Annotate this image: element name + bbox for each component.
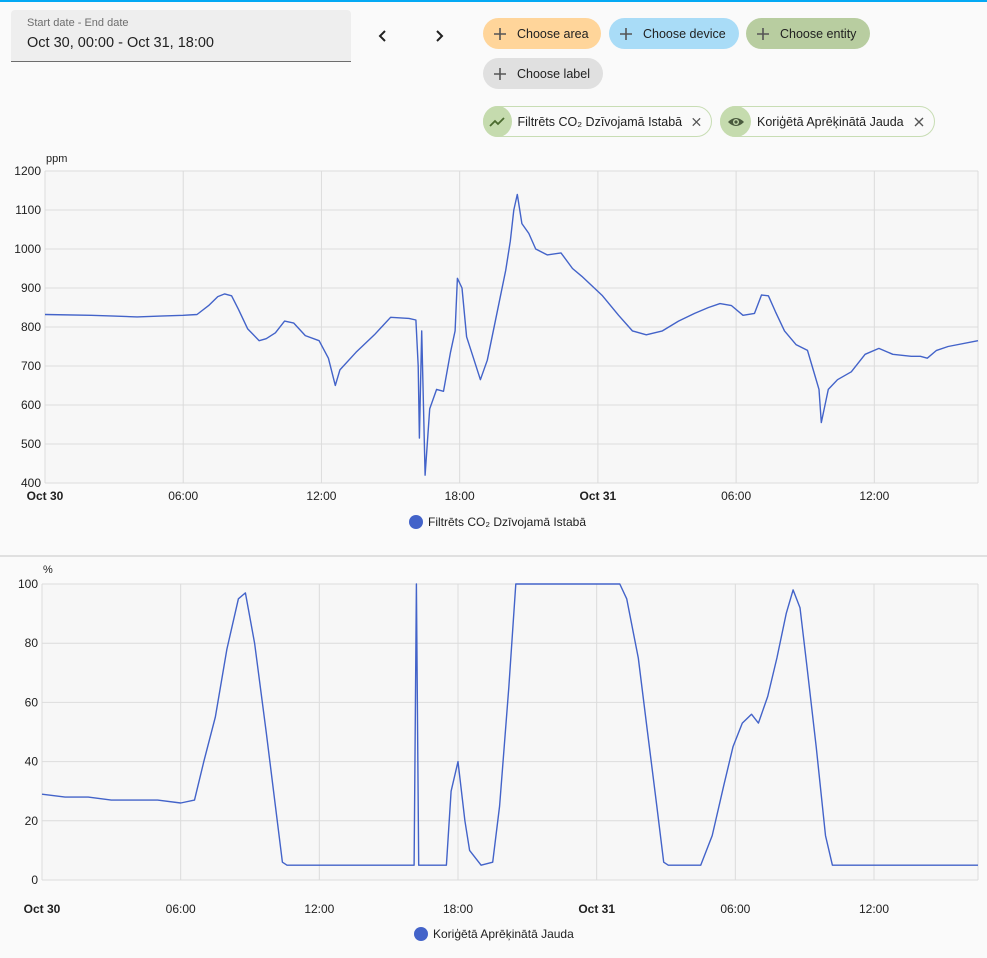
choose-entity-label: Choose entity: [780, 26, 857, 41]
y-tick-label: 60: [25, 695, 39, 709]
date-range-label: Start date - End date: [27, 17, 129, 29]
y-tick-label: 0: [31, 873, 38, 887]
selected-entity-label: Koriģētā Aprēķinātā Jauda: [757, 114, 904, 129]
y-tick-label: 40: [25, 755, 39, 769]
y-tick-label: 800: [21, 320, 41, 334]
y-tick-label: 80: [25, 636, 39, 650]
x-tick-label: Oct 30: [27, 489, 64, 503]
x-tick-label: 06:00: [721, 489, 751, 503]
y-tick-label: 1200: [14, 164, 41, 178]
selected-entity-chip-co2[interactable]: Filtrēts CO₂ Dzīvojamā Istabā: [483, 106, 712, 137]
chart-divider: [0, 555, 987, 557]
choose-device-label: Choose device: [643, 26, 726, 41]
y-tick-label: 400: [21, 476, 41, 490]
y-tick-label: 900: [21, 281, 41, 295]
unit-label: ppm: [46, 153, 67, 165]
next-period-button[interactable]: [425, 22, 453, 50]
plot-area: [42, 584, 978, 880]
choose-label-chip[interactable]: Choose label: [483, 58, 603, 89]
legend-label[interactable]: Filtrēts CO₂ Dzīvojamā Istabā: [428, 515, 586, 529]
x-tick-label: 12:00: [859, 489, 889, 503]
choose-device-chip[interactable]: Choose device: [609, 18, 739, 49]
legend-label[interactable]: Koriģētā Aprēķinātā Jauda: [433, 927, 574, 941]
x-tick-label: 06:00: [720, 902, 750, 916]
date-range-value: Oct 30, 00:00 - Oct 31, 18:00: [27, 35, 214, 51]
x-tick-label: Oct 31: [580, 489, 617, 503]
x-tick-label: 12:00: [304, 902, 334, 916]
x-tick-label: Oct 30: [24, 902, 61, 916]
choose-entity-chip[interactable]: Choose entity: [746, 18, 870, 49]
unit-label: %: [43, 564, 53, 576]
co2-chart[interactable]: 1200 1100 1000 900 800 700 600 500 400Oct 30 06:0…: [0, 145, 987, 545]
legend-marker[interactable]: [409, 515, 423, 529]
y-tick-label: 1100: [15, 203, 41, 217]
y-tick-label: 500: [21, 437, 41, 451]
choose-area-chip[interactable]: Choose area: [483, 18, 601, 49]
date-range-picker[interactable]: Start date - End date Oct 30, 00:00 - Oc…: [11, 10, 351, 62]
selected-entity-chip-power[interactable]: Koriģētā Aprēķinātā Jauda: [720, 106, 935, 137]
plus-icon: [494, 67, 506, 80]
x-tick-label: 06:00: [168, 489, 198, 503]
selected-entity-label: Filtrēts CO₂ Dzīvojamā Istabā: [517, 114, 683, 129]
x-tick-label: 18:00: [445, 489, 475, 503]
y-tick-label: 1000: [14, 242, 41, 256]
y-tick-label: 600: [21, 398, 41, 412]
x-tick-label: 18:00: [443, 902, 473, 916]
y-tick-label: 100: [18, 577, 38, 591]
power-chart[interactable]: 100 80 60 40 20 0 Oct 30 06:00 12:00 18:00 Oct 31 0…: [0, 560, 987, 958]
close-icon[interactable]: [912, 115, 926, 129]
trend-icon: [483, 106, 512, 137]
x-tick-label: 12:00: [306, 489, 336, 503]
previous-period-button[interactable]: [369, 22, 397, 50]
plus-icon: [494, 27, 506, 40]
chevron-right-icon: [436, 30, 444, 42]
x-tick-label: 06:00: [166, 902, 196, 916]
legend-marker[interactable]: [414, 927, 428, 941]
top-accent-bar: [0, 0, 987, 2]
x-tick-label: Oct 31: [578, 902, 615, 916]
plus-icon: [757, 27, 769, 40]
plus-icon: [620, 27, 632, 40]
choose-label-label: Choose label: [517, 66, 590, 81]
eye-icon: [720, 106, 751, 137]
choose-area-label: Choose area: [517, 26, 589, 41]
y-tick-label: 700: [21, 359, 41, 373]
y-tick-label: 20: [25, 814, 39, 828]
chevron-left-icon: [378, 30, 386, 42]
x-tick-label: 12:00: [859, 902, 889, 916]
close-icon[interactable]: [690, 115, 703, 129]
